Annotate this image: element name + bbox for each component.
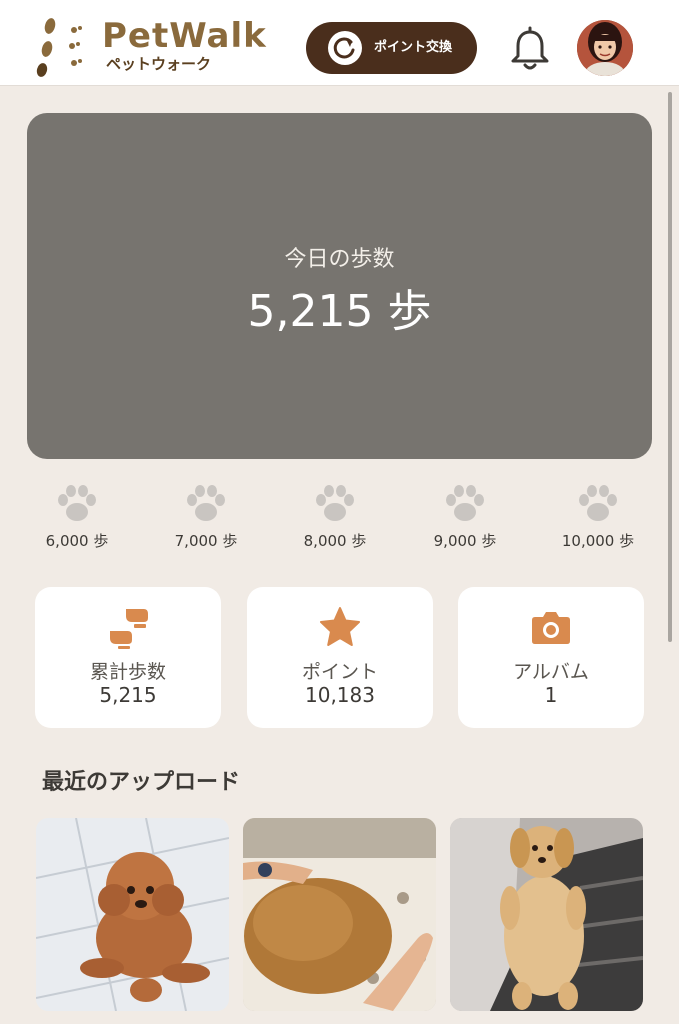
logo-subtitle: ペットウォーク	[106, 55, 212, 73]
total-steps-value: 5,215	[99, 683, 157, 707]
album-label: アルバム	[513, 661, 589, 683]
points-label: ポイント	[301, 661, 378, 683]
paw-icon	[187, 485, 225, 521]
milestone-label: 9,000 歩	[433, 532, 497, 550]
paw-icon	[58, 485, 96, 521]
camera-icon	[532, 612, 570, 644]
milestone-7000: 7,000 歩	[141, 484, 271, 554]
avatar[interactable]	[577, 20, 633, 76]
point-exchange-label: ポイント交換	[374, 40, 453, 55]
bell-icon[interactable]	[508, 26, 552, 72]
album-value: 1	[544, 683, 558, 707]
milestone-label: 8,000 歩	[303, 532, 367, 550]
paw-icon	[579, 485, 617, 521]
today-steps-value: 5,215 歩	[247, 286, 432, 337]
petwalk-logo[interactable]: PetWalk ペットウォーク	[36, 16, 286, 78]
dachshund-lying-photo[interactable]	[450, 818, 643, 1011]
milestone-6000: 6,000 歩	[12, 484, 142, 554]
app-header: PetWalk ペットウォーク ポイント交換	[0, 0, 679, 86]
dachshund-held-photo[interactable]	[243, 818, 436, 1011]
milestone-9000: 9,000 歩	[400, 484, 530, 554]
today-steps-card: 今日の歩数 5,215 歩	[27, 113, 652, 459]
album-card[interactable]: アルバム 1	[458, 587, 644, 728]
points-value: 10,183	[305, 683, 375, 707]
paw-icon	[316, 485, 354, 521]
milestone-8000: 8,000 歩	[270, 484, 400, 554]
footprints-icon	[110, 609, 148, 649]
point-exchange-button[interactable]: ポイント交換	[306, 22, 477, 74]
toy-poodle-photo[interactable]	[36, 818, 229, 1011]
footprints-logo-icon	[36, 18, 82, 77]
milestone-label: 6,000 歩	[45, 532, 109, 550]
scrollbar[interactable]	[668, 92, 672, 642]
star-icon	[320, 607, 360, 646]
total-steps-label: 累計歩数	[89, 661, 166, 683]
today-steps-label: 今日の歩数	[284, 247, 395, 272]
milestone-10000: 10,000 歩	[533, 484, 663, 554]
paw-icon	[446, 485, 484, 521]
points-card[interactable]: ポイント 10,183	[247, 587, 433, 728]
milestone-label: 7,000 歩	[174, 532, 238, 550]
total-steps-card[interactable]: 累計歩数 5,215	[35, 587, 221, 728]
refresh-icon	[328, 31, 362, 65]
milestone-label: 10,000 歩	[561, 532, 635, 550]
step-milestones: 6,000 歩 7,000 歩 8,000 歩 9,000 歩 10,000 歩	[0, 484, 679, 554]
logo-title: PetWalk	[102, 16, 267, 56]
recent-uploads-title: 最近のアップロード	[42, 770, 241, 795]
